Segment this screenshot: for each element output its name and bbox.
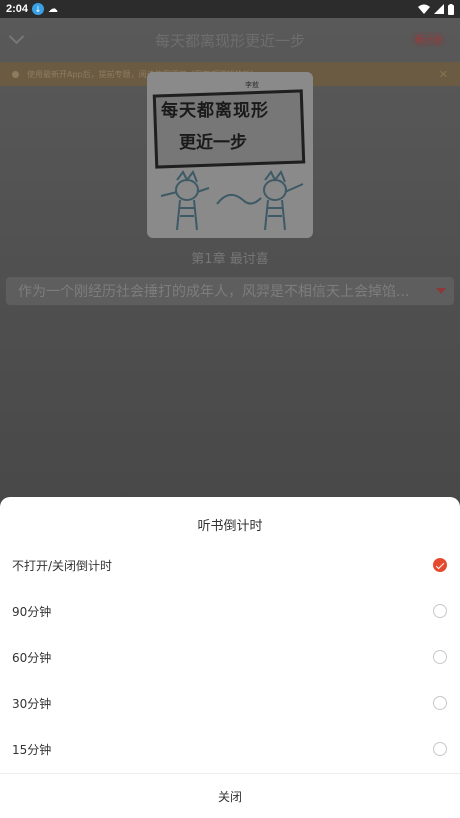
timer-option-off[interactable]: 不打开/关闭倒计时 bbox=[0, 542, 460, 588]
caret-down-icon bbox=[436, 288, 446, 294]
sheet-title: 听书倒计时 bbox=[197, 519, 263, 534]
option-label: 30分钟 bbox=[12, 696, 52, 711]
option-label: 60分钟 bbox=[12, 650, 52, 665]
status-time: 2:04 bbox=[6, 3, 29, 15]
page-title: 每天都离现形更近一步 bbox=[154, 31, 305, 50]
radio-icon[interactable] bbox=[433, 650, 447, 664]
cloud-icon: ☁ bbox=[48, 3, 59, 15]
close-button[interactable]: 关闭 bbox=[0, 774, 460, 818]
cover-title-line1: 每天都离现形 bbox=[161, 101, 269, 121]
signal-icon bbox=[434, 4, 444, 14]
option-label: 不打开/关闭倒计时 bbox=[12, 558, 113, 573]
cover-illustration bbox=[160, 170, 304, 231]
close-icon[interactable]: ✕ bbox=[439, 68, 448, 81]
battery-icon bbox=[448, 3, 454, 15]
timer-sheet: 听书倒计时 不打开/关闭倒计时 90分钟 60分钟 30分钟 15分钟 关闭 bbox=[0, 497, 460, 818]
read-novel-button[interactable]: 看小说 bbox=[410, 32, 446, 47]
chapter-title: 第1章 最讨喜 bbox=[191, 252, 269, 267]
book-cover: 李敖 每天都离现形 更近一步 bbox=[147, 72, 313, 238]
excerpt-text: 作为一个刚经历社会捶打的成年人，风羿是不相信天上会掉馅... bbox=[18, 284, 410, 300]
timer-option-90[interactable]: 90分钟 bbox=[0, 588, 460, 634]
check-icon[interactable] bbox=[433, 558, 447, 572]
radio-icon[interactable] bbox=[433, 742, 447, 756]
timer-option-30[interactable]: 30分钟 bbox=[0, 680, 460, 726]
app-bar: 每天都离现形更近一步 看小说 bbox=[0, 18, 460, 62]
option-label: 15分钟 bbox=[12, 742, 52, 757]
timer-option-15[interactable]: 15分钟 bbox=[0, 726, 460, 772]
option-label: 90分钟 bbox=[12, 604, 52, 619]
cover-tag: 李敖 bbox=[245, 81, 259, 89]
excerpt-bar[interactable]: 作为一个刚经历社会捶打的成年人，风羿是不相信天上会掉馅... bbox=[6, 277, 454, 305]
radio-icon[interactable] bbox=[433, 696, 447, 710]
status-bar: 2:04 ↓ ☁ bbox=[0, 0, 460, 18]
info-icon bbox=[12, 70, 19, 78]
radio-icon[interactable] bbox=[433, 604, 447, 618]
wifi-icon bbox=[418, 4, 430, 14]
timer-option-60[interactable]: 60分钟 bbox=[0, 634, 460, 680]
download-icon: ↓ bbox=[32, 3, 45, 15]
cover-title-line2: 更近一步 bbox=[179, 133, 247, 153]
